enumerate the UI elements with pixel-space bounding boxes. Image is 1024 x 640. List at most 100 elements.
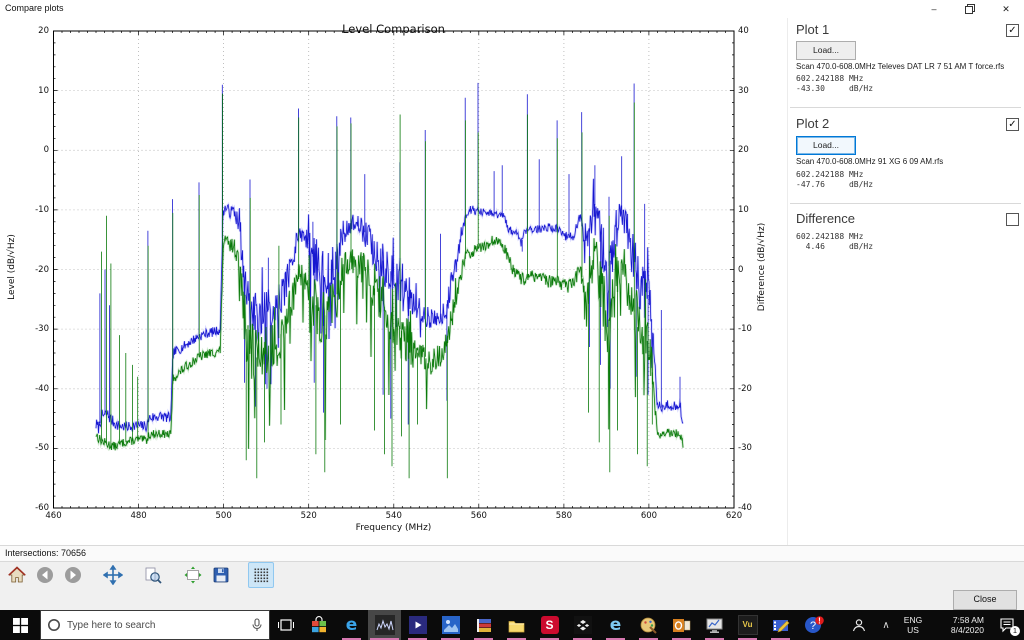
taskbar-icon-file-explorer[interactable] [500,610,533,640]
window-controls: – ✕ [916,0,1024,18]
close-row: Close [0,588,1024,610]
difference-title: Difference [796,211,855,226]
side-panel: Plot 1 ✓ Load... Scan 470.0-608.0MHz Tel… [787,18,1024,545]
plot2-freq-readout: 602.242188 MHz [796,170,863,180]
taskbar-icon-chart-app[interactable] [698,610,731,640]
microphone-icon[interactable] [251,618,263,632]
taskbar: Type here to search e Se Vu?! ∧ ENG US 7:5… [0,610,1024,640]
y-tick-label-right: 40 [738,26,768,36]
y-tick-label-right: -10 [738,324,768,334]
y-tick-label-left: -20 [0,265,49,275]
windows-logo-icon [13,618,28,633]
plot1-title: Plot 1 [796,22,829,37]
y-tick-label-right: 20 [738,145,768,155]
toolbar-spacer [236,562,246,588]
language-indicator[interactable]: ENG US [898,610,928,640]
plot1-load-button[interactable]: Load... [796,41,856,60]
plot1-filename: Scan 470.0-608.0MHz Televes DAT LR 7 51 … [796,62,1021,71]
x-tick-label: 600 [634,511,664,521]
taskbar-icon-internet-explorer[interactable]: e [599,610,632,640]
taskbar-icon-dropbox[interactable] [566,610,599,640]
close-button[interactable]: Close [953,590,1017,610]
y-tick-label-left: -10 [0,205,49,215]
plot2-title: Plot 2 [796,116,829,131]
plot-toolbar [0,562,1024,588]
action-center-button[interactable]: 1 [990,610,1024,640]
restore-button[interactable] [952,0,988,18]
taskbar-icon-edge[interactable]: e [335,610,368,640]
x-axis-label: Frequency (MHz) [53,523,734,533]
chart-figure: Level Comparison Frequency (MHz) Level (… [0,18,786,545]
plot1-level-readout: -43.30 dB/Hz [796,84,873,94]
y-tick-label-right: 10 [738,205,768,215]
minimize-button[interactable]: – [916,0,952,18]
y-tick-label-right: 0 [738,265,768,275]
taskbar-icon-winrar[interactable] [467,610,500,640]
chevron-up-icon: ∧ [882,620,889,631]
y-tick-label-left: 20 [0,26,49,36]
taskbar-search-input[interactable]: Type here to search [40,610,270,640]
tray-time: 7:58 AM [953,615,984,625]
x-tick-label: 480 [124,511,154,521]
task-view-icon [278,617,294,633]
taskbar-app-icons: e Se Vu?! [302,610,830,640]
y-tick-label-right: 30 [738,86,768,96]
taskbar-icon-movie-editor[interactable] [764,610,797,640]
search-placeholder: Type here to search [67,620,245,631]
start-button[interactable] [0,610,40,640]
y-tick-label-left: -40 [0,384,49,394]
panel-separator [790,203,1021,204]
people-icon [851,617,867,633]
x-tick-label: 580 [549,511,579,521]
y-tick-label-left: 0 [0,145,49,155]
language-code: ENG [904,615,922,625]
plot2-checkbox[interactable]: ✓ [1006,118,1019,131]
panel-separator [790,107,1021,108]
y-tick-label-right: -40 [738,503,768,513]
difference-freq-readout: 602.242188 MHz [796,232,863,242]
toolbar-spacer [88,562,98,588]
system-tray: ∧ ENG US 7:58 AM 8/4/2020 1 [844,610,1024,640]
plot2-filename: Scan 470.0-608.0MHz 91 XG 6 09 AM.rfs [796,157,1021,166]
intersections-status: Intersections: 70656 [5,548,86,558]
difference-level-readout: 4.46 dB/Hz [796,242,873,252]
taskbar-icon-outlook[interactable] [665,610,698,640]
taskbar-icon-video-app[interactable]: Vu [731,610,764,640]
toolbar-forward-button[interactable] [60,562,86,588]
x-tick-label: 520 [294,511,324,521]
toolbar-configure-subplots-button[interactable] [180,562,206,588]
toolbar-back-button[interactable] [32,562,58,588]
plot1-checkbox[interactable]: ✓ [1006,24,1019,37]
toolbar-pan-button[interactable] [100,562,126,588]
y-tick-label-left: -50 [0,443,49,453]
taskbar-icon-movies-tv[interactable] [401,610,434,640]
plot2-load-button[interactable]: Load... [796,136,856,155]
title-bar: Compare plots – ✕ [0,0,1024,18]
close-window-button[interactable]: ✕ [988,0,1024,18]
taskbar-icon-help[interactable]: ?! [797,610,830,640]
tray-date: 8/4/2020 [951,625,984,635]
taskbar-icon-paint[interactable] [632,610,665,640]
plot1-freq-readout: 602.242188 MHz [796,74,863,84]
clock[interactable]: 7:58 AM 8/4/2020 [928,610,990,640]
toolbar-spacer [128,562,138,588]
taskbar-icon-store[interactable] [302,610,335,640]
taskbar-icon-spectrum-app[interactable] [368,610,401,640]
taskbar-icon-photos[interactable] [434,610,467,640]
toolbar-save-figure-button[interactable] [208,562,234,588]
plot-canvas[interactable] [0,18,786,545]
taskbar-icon-s-app[interactable]: S [533,610,566,640]
y-tick-label-left: -30 [0,324,49,334]
x-tick-label: 500 [209,511,239,521]
show-hidden-icons-button[interactable]: ∧ [874,610,898,640]
cortana-icon [47,618,61,632]
task-view-button[interactable] [270,610,302,640]
difference-checkbox[interactable] [1006,213,1019,226]
region-code: US [907,625,919,635]
toolbar-home-button[interactable] [4,562,30,588]
y-tick-label-left: -60 [0,503,49,513]
toolbar-grid-table-button[interactable] [248,562,274,588]
toolbar-zoom-rect-button[interactable] [140,562,166,588]
x-tick-label: 540 [379,511,409,521]
people-button[interactable] [844,610,874,640]
